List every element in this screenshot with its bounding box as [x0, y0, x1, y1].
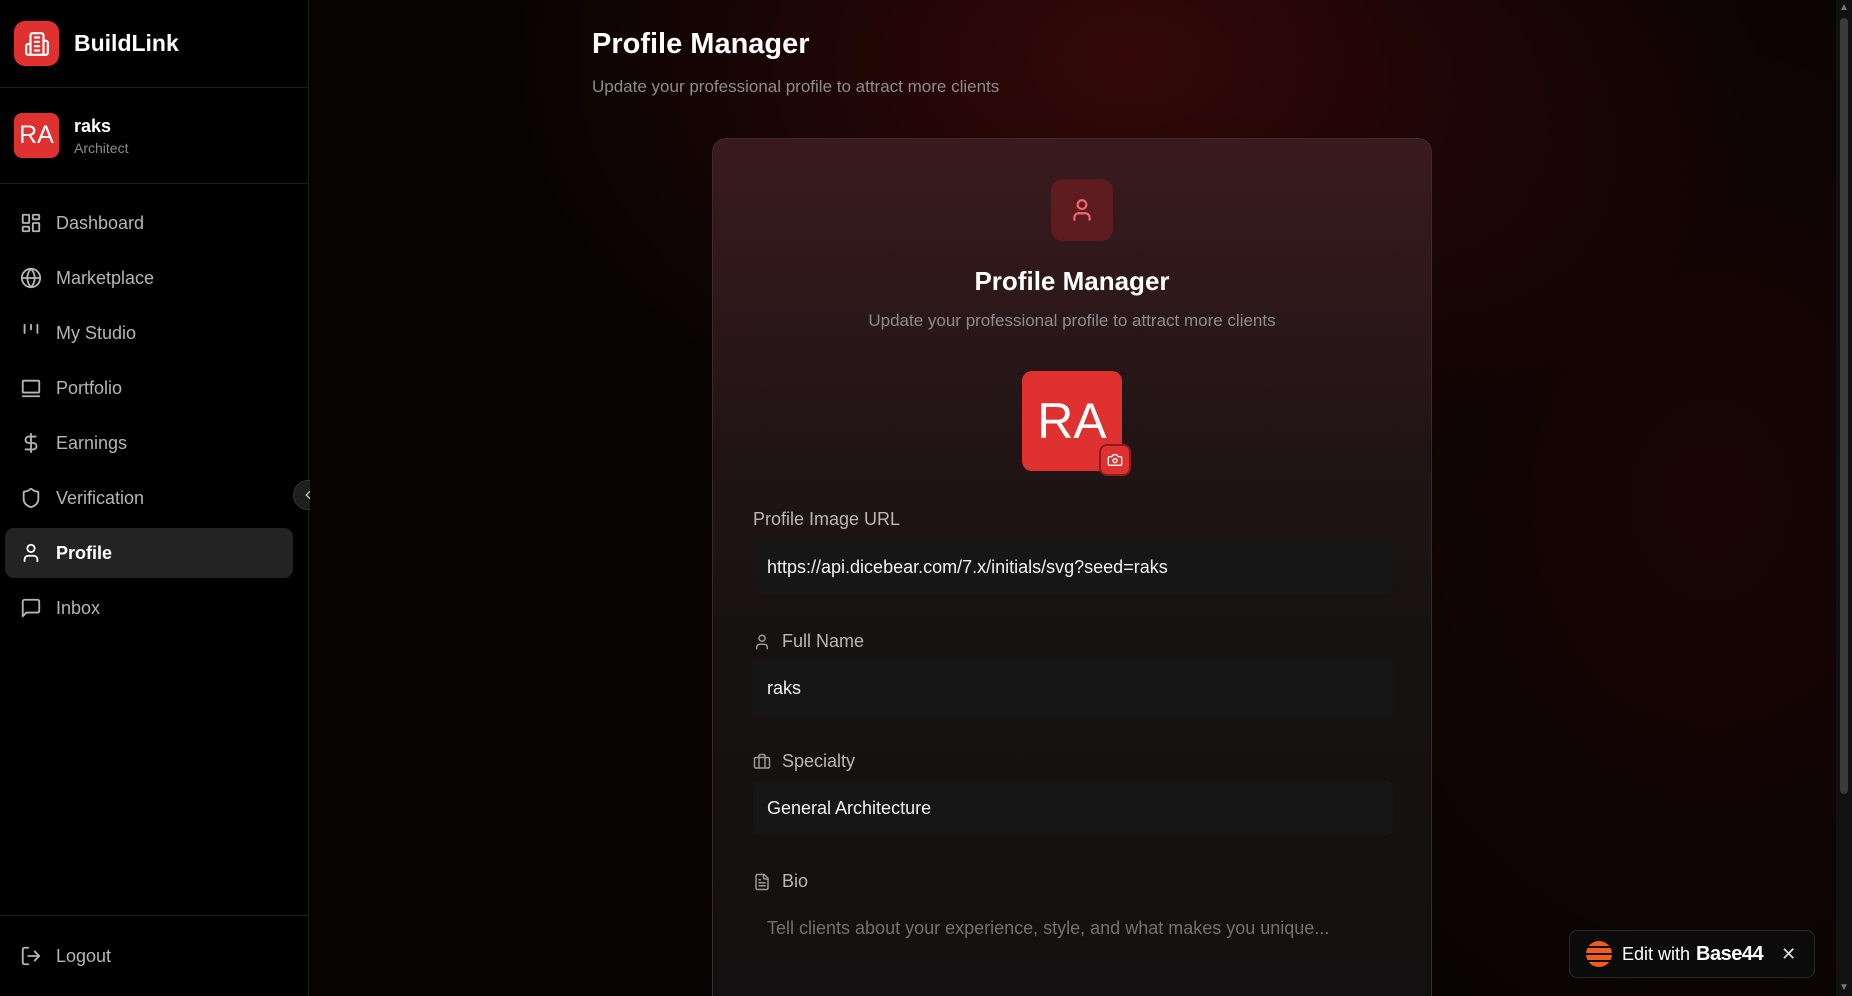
shield-icon — [22, 487, 40, 509]
sidebar-item-marketplace[interactable]: Marketplace — [5, 253, 293, 303]
main-content: Profile Manager Update your professional… — [310, 0, 1836, 996]
logout-button[interactable]: Logout — [0, 915, 309, 996]
portfolio-icon — [21, 379, 41, 398]
badge-brand: Base44 — [1696, 942, 1764, 965]
avatar: RA — [14, 113, 59, 158]
user-icon — [756, 634, 768, 649]
briefcase-icon — [753, 753, 771, 769]
sidebar-item-my-studio[interactable]: My Studio — [5, 308, 293, 358]
bio-label-text: Bio — [782, 871, 809, 891]
logout-icon — [21, 946, 41, 966]
profile-card: Profile Manager Update your professional… — [712, 138, 1432, 996]
specialty-label: Specialty — [753, 751, 855, 772]
scroll-up-icon[interactable]: ▲ — [1836, 0, 1852, 16]
document-icon — [755, 873, 769, 890]
page-subtitle: Update your professional profile to attr… — [592, 77, 1000, 96]
badge-text: Edit with — [1622, 943, 1691, 964]
user-icon — [23, 543, 39, 563]
dashboard-icon — [21, 213, 41, 233]
user-role: Architect — [74, 139, 129, 156]
camera-icon — [1107, 454, 1123, 466]
sidebar-item-label: Inbox — [56, 597, 101, 618]
sidebar-item-label: Profile — [56, 542, 113, 563]
image-url-label-text: Profile Image URL — [753, 509, 901, 529]
image-url-label: Profile Image URL — [753, 509, 900, 530]
sidebar-item-label: Earnings — [56, 432, 128, 453]
globe-icon — [20, 267, 42, 289]
message-icon — [21, 598, 41, 618]
brand-name: BuildLink — [74, 30, 179, 56]
user-name: raks — [74, 115, 112, 136]
sidebar-item-dashboard[interactable]: Dashboard — [5, 198, 293, 248]
page-scrollbar[interactable]: ▲ ▼ — [1836, 0, 1852, 996]
base44-logo-icon — [1586, 941, 1612, 967]
user-icon — [1051, 179, 1113, 241]
specialty-label-text: Specialty — [782, 751, 856, 771]
full-name-label-text: Full Name — [782, 631, 865, 651]
sidebar-item-label: My Studio — [56, 322, 137, 343]
building-icon — [14, 21, 59, 66]
card-title: Profile Manager — [974, 266, 1170, 296]
user-card[interactable]: RA raks Architect — [0, 88, 308, 184]
sidebar-nav: Dashboard Marketplace My Studio Portfoli… — [5, 198, 293, 638]
sidebar-item-earnings[interactable]: Earnings — [5, 418, 293, 468]
bio-textarea[interactable]: Tell clients about your experience, styl… — [753, 900, 1393, 956]
bio-label: Bio — [753, 871, 808, 892]
change-photo-button[interactable] — [1099, 444, 1131, 476]
specialty-select[interactable]: General Architecture — [753, 780, 1393, 836]
scroll-thumb[interactable] — [1840, 18, 1848, 794]
sidebar-item-portfolio[interactable]: Portfolio — [5, 363, 293, 413]
sidebar-item-label: Dashboard — [56, 212, 145, 233]
sidebar-item-profile[interactable]: Profile — [5, 528, 293, 578]
sidebar-item-label: Verification — [56, 487, 145, 508]
page-title: Profile Manager — [592, 28, 810, 60]
sidebar-item-label: Marketplace — [56, 267, 155, 288]
scroll-down-icon[interactable]: ▼ — [1836, 980, 1852, 996]
sidebar-item-inbox[interactable]: Inbox — [5, 583, 293, 633]
sidebar: BuildLink RA raks Architect Dashboard Ma… — [0, 0, 309, 996]
dollar-icon — [24, 432, 38, 454]
brand[interactable]: BuildLink — [0, 0, 308, 88]
close-icon[interactable]: ✕ — [1781, 944, 1796, 965]
card-subtitle: Update your professional profile to attr… — [868, 311, 1276, 330]
full-name-input[interactable]: raks — [753, 660, 1393, 716]
studio-icon — [23, 323, 39, 334]
edit-with-base44-badge[interactable]: Edit with Base44 ✕ — [1569, 930, 1815, 978]
full-name-label: Full Name — [753, 631, 864, 652]
image-url-input[interactable]: https://api.dicebear.com/7.x/initials/sv… — [753, 539, 1393, 595]
sidebar-item-label: Portfolio — [56, 377, 123, 398]
logout-label: Logout — [56, 945, 112, 966]
sidebar-item-verification[interactable]: Verification — [5, 473, 293, 523]
